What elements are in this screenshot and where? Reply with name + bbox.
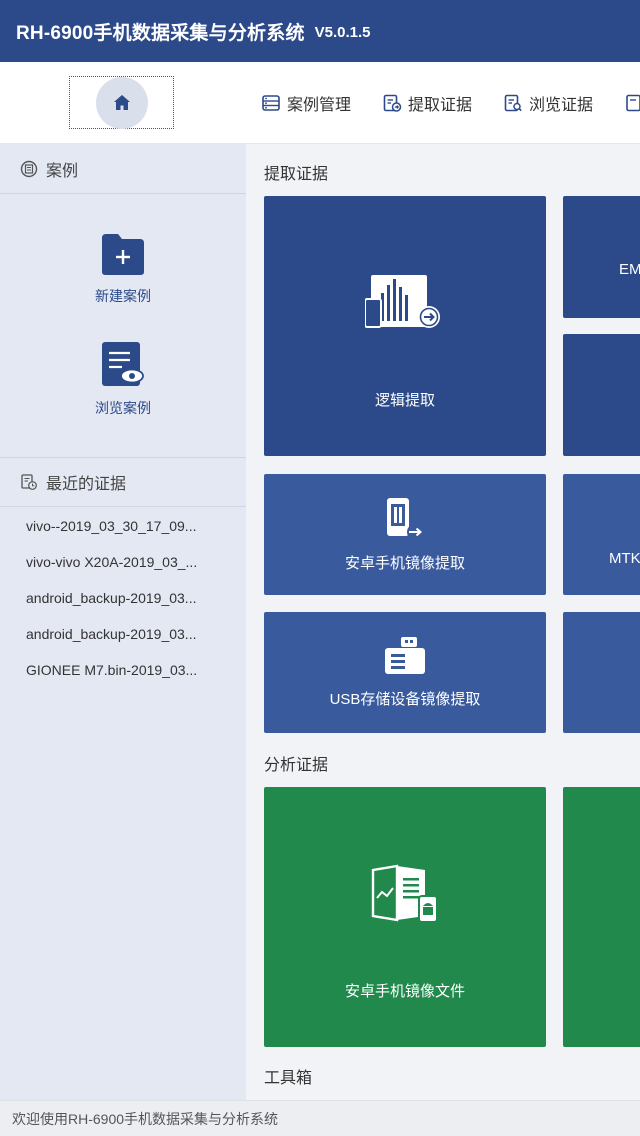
app-version: V5.0.1.5 (314, 23, 371, 41)
extract-section-title: 提取证据 (264, 166, 329, 183)
recent-item[interactable]: android_backup-2019_03... (0, 580, 246, 616)
case-manage-icon (261, 93, 281, 113)
recent-item[interactable]: GIONEE M7.bin-2019_03... (0, 652, 246, 688)
nav-report[interactable] (624, 62, 640, 144)
home-icon (113, 94, 130, 110)
android-image-file-icon (371, 864, 438, 923)
recent-evidence-header: 最近的证据 (0, 457, 246, 507)
toolbar: 案例管理 提取证据 浏览证据 (0, 62, 640, 144)
status-bar: 欢迎使用RH-6900手机数据采集与分析系统 (0, 1100, 640, 1136)
browse-case-icon (102, 342, 144, 386)
nav-extract-evidence-label: 提取证据 (408, 97, 473, 114)
tile-extract-right-2[interactable] (563, 334, 640, 456)
recent-item[interactable]: vivo-vivo X20A-2019_03_... (0, 544, 246, 580)
nav-extract-evidence[interactable]: 提取证据 (382, 62, 472, 144)
mtk-extract-label: MTK (609, 550, 640, 567)
emmc-extract-label: EM (619, 260, 640, 278)
home-icon-circle (95, 76, 148, 129)
status-text: 欢迎使用RH-6900手机数据采集与分析系统 (12, 1110, 279, 1127)
logical-extract-label: 逻辑提取 (374, 391, 435, 409)
tile-android-image-extract[interactable]: 安卓手机镜像提取 (264, 474, 546, 595)
nav-browse-evidence-label: 浏览证据 (529, 97, 594, 114)
tile-logical-extract[interactable]: 逻辑提取 (264, 196, 546, 456)
nav-case-manage-label: 案例管理 (287, 97, 352, 114)
toolbox-section-title: 工具箱 (264, 1070, 313, 1087)
android-image-extract-label: 安卓手机镜像提取 (344, 555, 465, 572)
browse-case-button[interactable]: 浏览案例 (0, 340, 246, 418)
android-image-extract-icon (387, 498, 423, 540)
logical-extract-icon (365, 274, 440, 328)
usb-storage-icon (385, 637, 425, 674)
tile-analyze-right-1[interactable] (563, 787, 640, 1047)
recent-evidence-title: 最近的证据 (46, 476, 127, 493)
case-icon (20, 160, 38, 178)
case-section-header: 案例 (0, 144, 246, 194)
title-bar: RH-6900手机数据采集与分析系统 V5.0.1.5 (0, 0, 640, 62)
new-case-label: 新建案例 (95, 288, 151, 304)
tile-extract-right-4[interactable] (563, 612, 640, 733)
new-case-button[interactable]: 新建案例 (0, 232, 246, 306)
recent-item[interactable]: android_backup-2019_03... (0, 616, 246, 652)
extract-evidence-icon (382, 93, 402, 113)
tile-usb-image-extract[interactable]: USB存储设备镜像提取 (264, 612, 546, 733)
nav-case-manage[interactable]: 案例管理 (261, 62, 351, 144)
main-content: 提取证据 逻辑提取 EM 安卓手机镜像提取 MTK USB存储设备镜像提取 分析… (246, 144, 640, 1100)
usb-image-extract-label: USB存储设备镜像提取 (329, 691, 481, 708)
recent-evidence-list: vivo--2019_03_30_17_09... vivo-vivo X20A… (0, 508, 246, 688)
tile-mtk-extract[interactable]: MTK (563, 474, 640, 595)
analyze-section-title: 分析证据 (264, 757, 329, 774)
case-section-title: 案例 (46, 162, 79, 180)
browse-case-label: 浏览案例 (95, 400, 151, 416)
sidebar: 案例 新建案例 浏览案例 最近的证据 vivo--2019_03_30_17_0… (0, 144, 246, 1100)
home-button[interactable] (69, 76, 174, 129)
android-image-file-label: 安卓手机镜像文件 (344, 982, 465, 1000)
recent-item[interactable]: vivo--2019_03_30_17_09... (0, 508, 246, 544)
app-title: RH-6900手机数据采集与分析系统 (16, 22, 305, 44)
new-case-icon (102, 234, 144, 275)
tile-emmc-extract[interactable]: EM (563, 196, 640, 318)
nav-browse-evidence[interactable]: 浏览证据 (503, 62, 593, 144)
report-icon (624, 93, 640, 113)
recent-evidence-icon (20, 473, 38, 491)
browse-evidence-icon (503, 93, 523, 113)
tile-android-image-file[interactable]: 安卓手机镜像文件 (264, 787, 546, 1047)
